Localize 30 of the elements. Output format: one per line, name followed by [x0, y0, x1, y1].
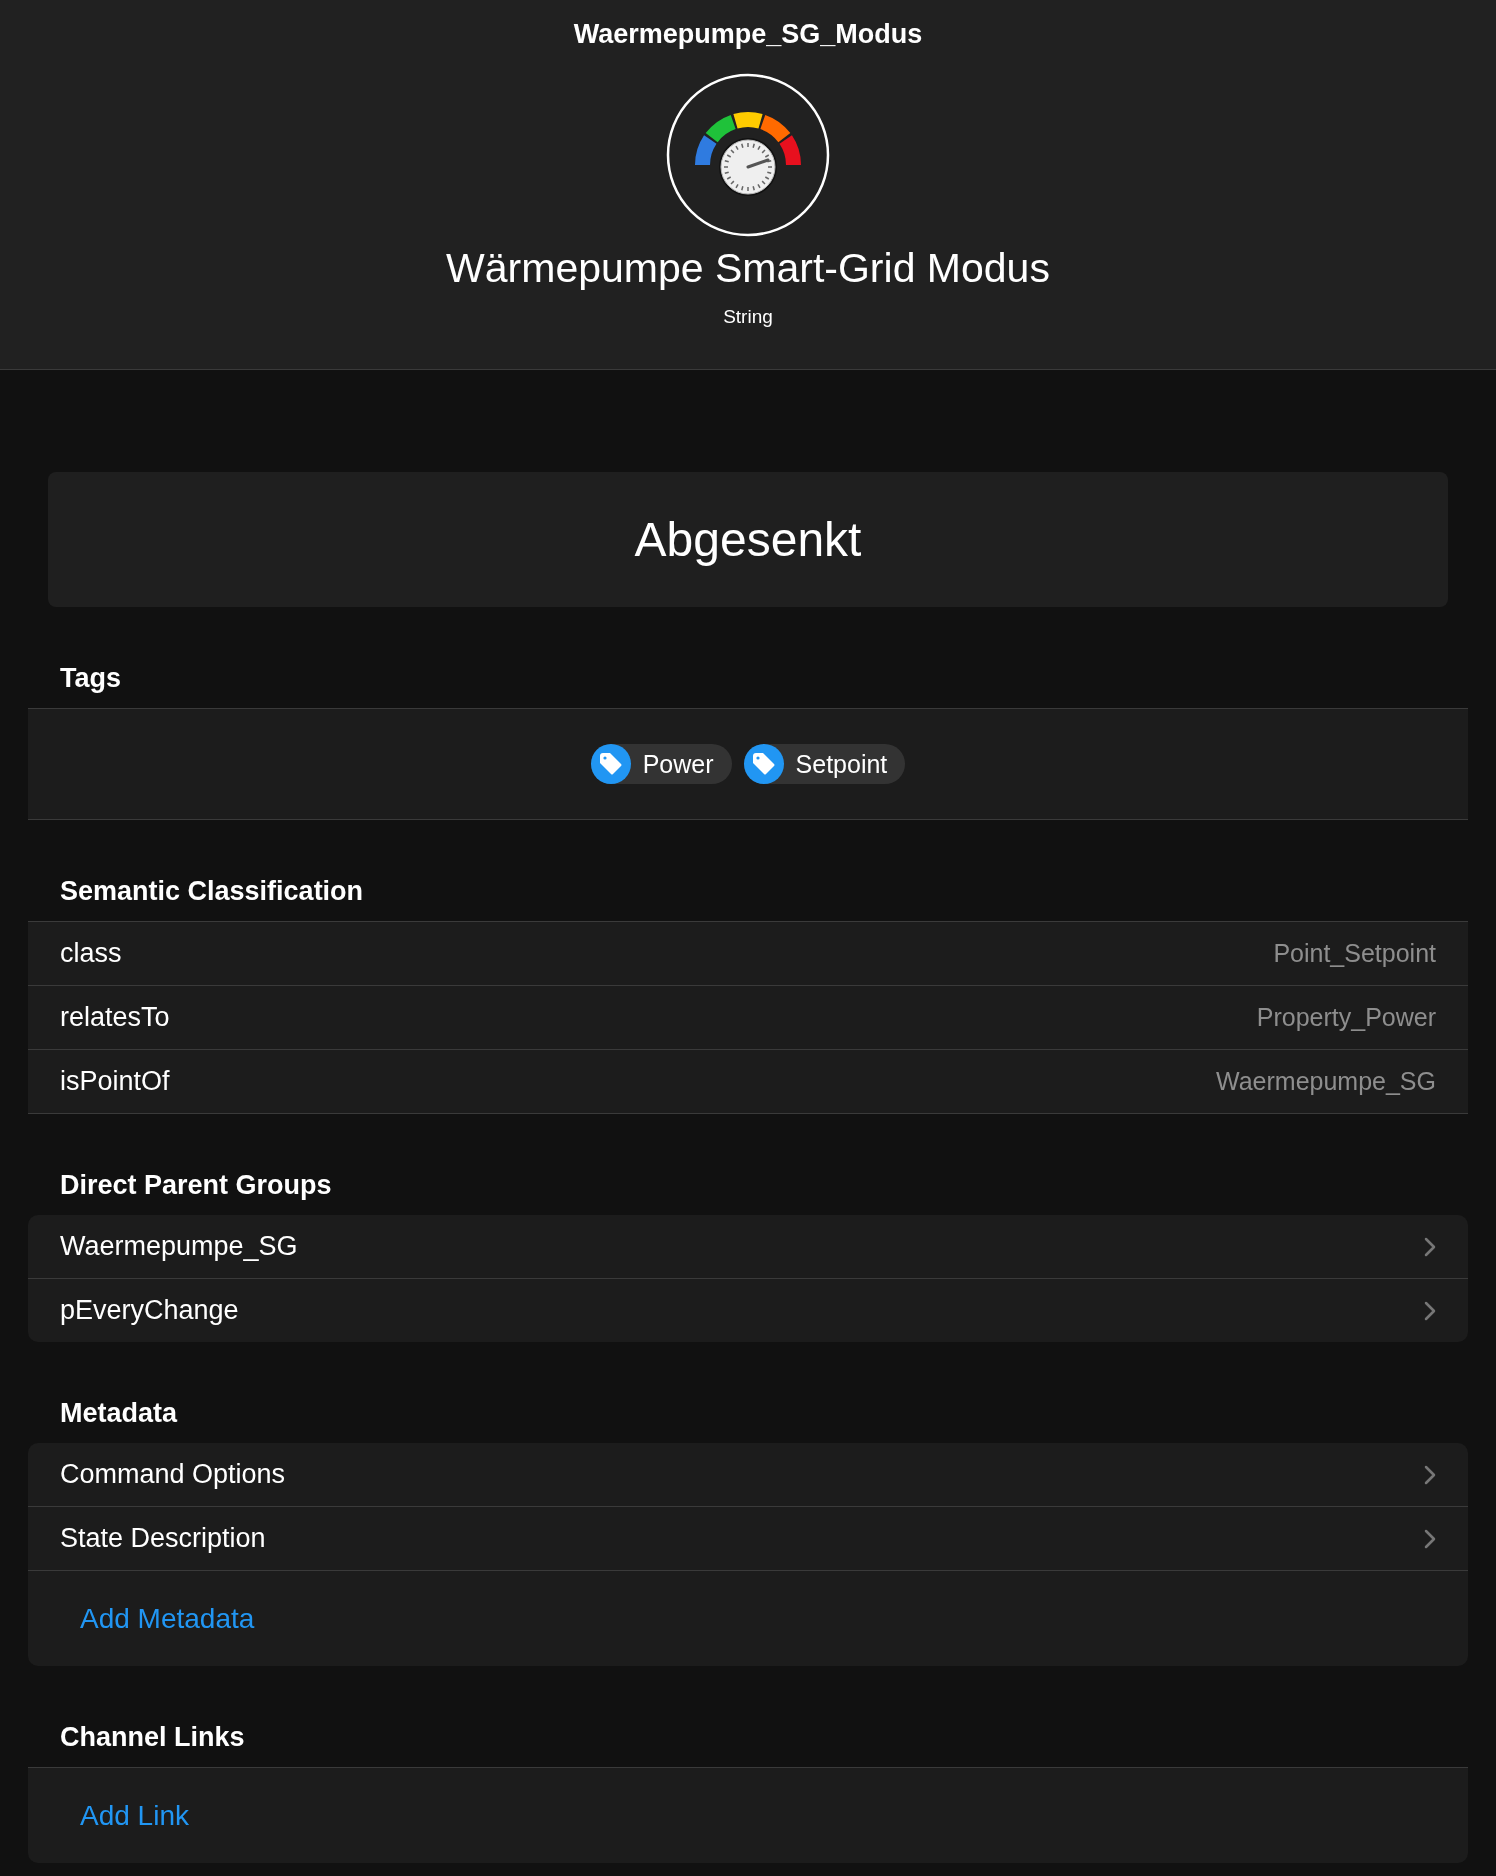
property-name: class	[60, 938, 122, 969]
property-name: isPointOf	[60, 1066, 170, 1097]
list-item[interactable]: pEveryChange	[28, 1279, 1468, 1342]
section-heading: Metadata	[59, 1397, 179, 1429]
chevron-icon	[1424, 1300, 1436, 1321]
section-heading: Semantic Classification	[59, 875, 365, 907]
add-link[interactable]: Add Metadata	[80, 1602, 255, 1635]
tag-label: Setpoint	[795, 749, 888, 779]
tag-icon	[590, 744, 631, 784]
chevron-icon	[1424, 1528, 1436, 1549]
chevron-icon	[1424, 1236, 1436, 1257]
section-heading: Channel Links	[59, 1721, 246, 1753]
item-label: Wärmepumpe Smart-Grid Modus	[446, 244, 1050, 292]
chevron-icon	[1424, 1464, 1436, 1485]
property-value: Point_Setpoint	[1273, 939, 1436, 968]
item-type: String	[723, 305, 773, 329]
add-link[interactable]: Add Link	[80, 1799, 189, 1832]
section-heading: Direct Parent Groups	[59, 1169, 333, 1201]
section-heading: Tags	[59, 662, 122, 694]
state-value: Abgesenkt	[634, 512, 862, 567]
property-name: relatesTo	[60, 1002, 170, 1033]
tag-icon	[743, 744, 784, 784]
item-name: Waermepumpe_SG_Modus	[573, 18, 923, 50]
gauge-icon	[666, 73, 830, 237]
list-item[interactable]: Command Options	[28, 1443, 1468, 1507]
property-value: Property_Power	[1256, 1003, 1436, 1032]
property-value: Waermepumpe_SG	[1216, 1067, 1436, 1096]
tag-label: Power	[642, 749, 714, 779]
list-item[interactable]: Waermepumpe_SG	[28, 1215, 1468, 1279]
list-item[interactable]: State Description	[28, 1507, 1468, 1571]
